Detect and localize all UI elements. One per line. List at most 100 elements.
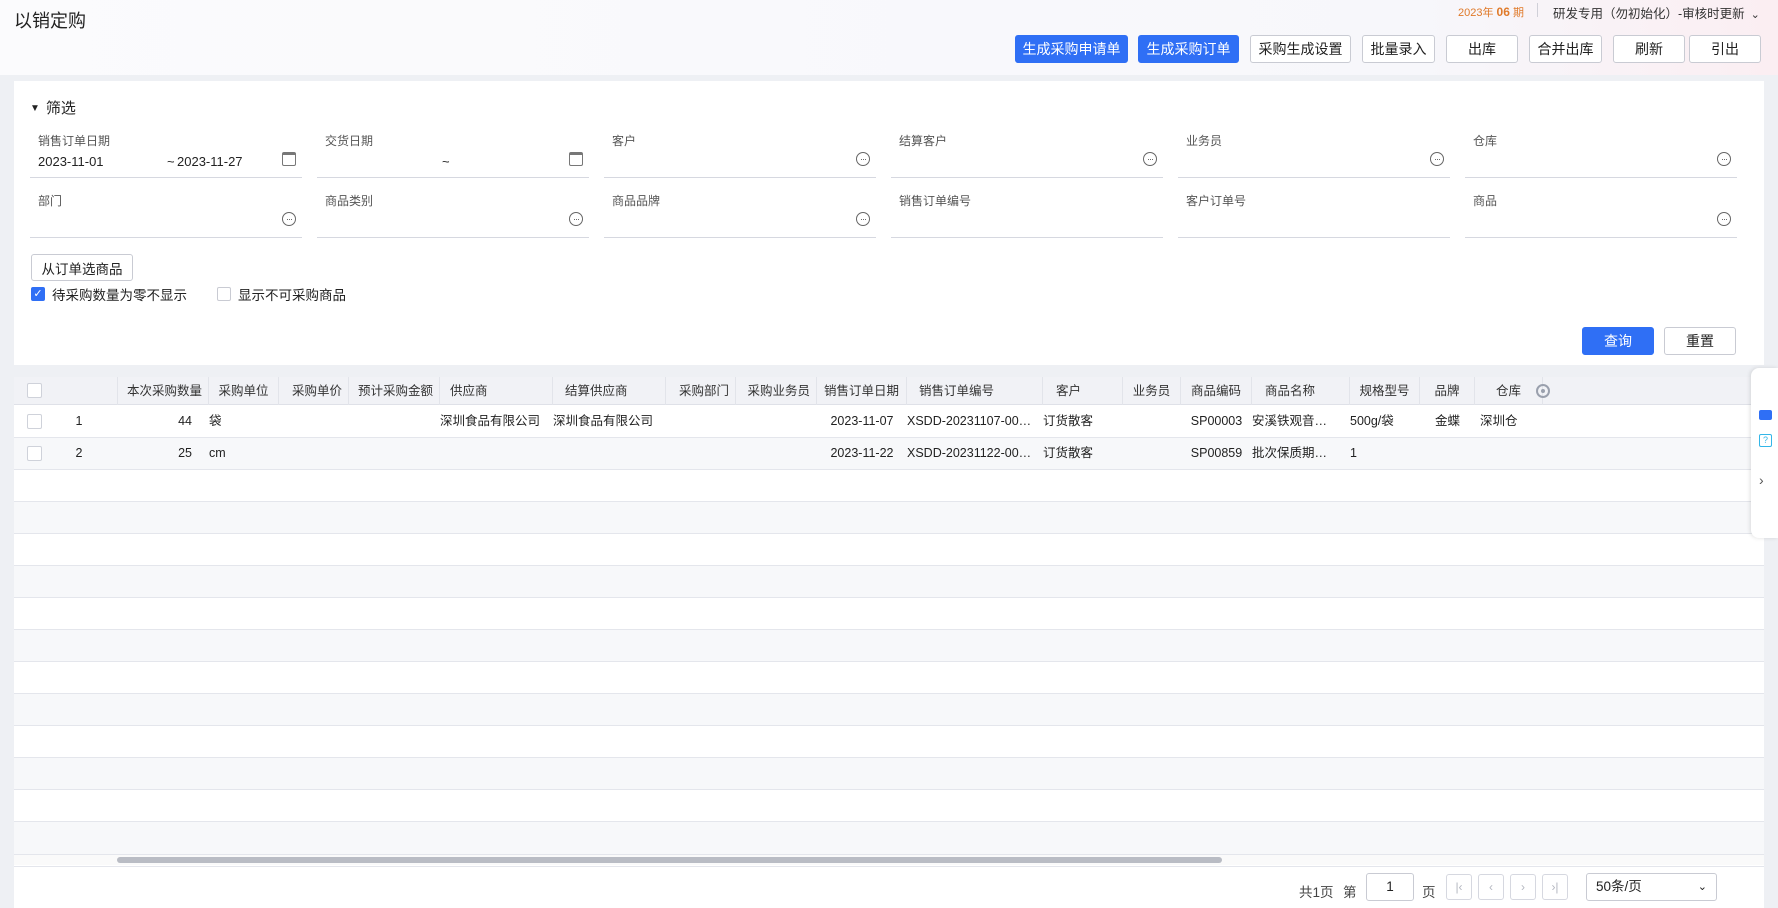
empty-row [14, 662, 1764, 694]
hide-zero-checkbox-row[interactable]: ✓ 待采购数量为零不显示 [31, 284, 187, 304]
column-header[interactable]: 结算供应商 [553, 377, 666, 405]
column-header[interactable]: 业务员 [1123, 377, 1181, 405]
unit-cell[interactable]: cm [203, 438, 273, 469]
column-header[interactable]: 采购单价 [279, 377, 349, 405]
show-unpurchasable-checkbox[interactable] [217, 287, 231, 301]
hide-zero-label: 待采购数量为零不显示 [52, 288, 187, 303]
sales-order-no-field[interactable]: 销售订单编号 [891, 192, 1163, 238]
more-options-icon[interactable]: ··· [1430, 152, 1444, 166]
warehouse-label: 仓库 [1473, 134, 1498, 148]
table-row[interactable]: 2 25 cm 2023-11-22 XSDD-20231122-00001 订… [14, 438, 1764, 470]
chevron-right-icon[interactable]: › [1759, 472, 1764, 488]
unit-cell[interactable]: 袋 [203, 406, 273, 437]
period-number: 06 [1496, 5, 1510, 19]
chevron-down-icon: ⌄ [1697, 881, 1707, 893]
first-page-icon[interactable]: |‹ [1446, 874, 1472, 900]
chat-icon[interactable] [1759, 410, 1772, 420]
prev-page-icon[interactable]: ‹ [1478, 874, 1504, 900]
generate-purchase-order-button[interactable]: 生成采购订单 [1138, 35, 1239, 63]
column-header[interactable]: 供应商 [440, 377, 553, 405]
next-page-icon[interactable]: › [1510, 874, 1536, 900]
select-all-checkbox[interactable] [27, 383, 42, 398]
row-checkbox[interactable] [27, 414, 42, 429]
reset-button[interactable]: 重置 [1664, 327, 1736, 355]
customer-field[interactable]: 客户 ··· [604, 132, 876, 178]
generate-purchase-request-button[interactable]: 生成采购申请单 [1015, 35, 1128, 63]
qty-cell[interactable]: 25 [118, 438, 198, 469]
filter-toggle[interactable]: ▼ 筛选 [30, 97, 76, 118]
export-button[interactable]: 引出 [1689, 35, 1761, 63]
more-options-icon[interactable]: ··· [856, 152, 870, 166]
more-options-icon[interactable]: ··· [569, 212, 583, 226]
column-header[interactable]: 仓库 [1475, 377, 1543, 405]
department-field[interactable]: 部门 ··· [30, 192, 302, 238]
calendar-icon[interactable] [282, 152, 296, 166]
select-from-order-button[interactable]: 从订单选商品 [31, 254, 133, 281]
batch-entry-button[interactable]: 批量录入 [1362, 35, 1435, 63]
column-header[interactable]: 采购业务员 [736, 377, 817, 405]
sales-order-date-field[interactable]: 销售订单日期 2023-11-01 ~ 2023-11-27 [30, 132, 302, 178]
more-options-icon[interactable]: ··· [1717, 212, 1731, 226]
empty-row [14, 470, 1764, 502]
column-header[interactable]: 本次采购数量 [118, 377, 209, 405]
scrollbar-thumb[interactable] [117, 857, 1222, 863]
column-header[interactable]: 销售订单编号 [907, 377, 1043, 405]
date-range-separator: ~ [442, 154, 450, 169]
filter-title-label: 筛选 [45, 100, 76, 117]
column-header[interactable]: 预计采购金额 [349, 377, 440, 405]
more-options-icon[interactable]: ··· [282, 212, 296, 226]
page-size-value: 50条/页 [1596, 879, 1642, 894]
column-header[interactable]: 商品名称 [1252, 377, 1350, 405]
outbound-button[interactable]: 出库 [1446, 35, 1518, 63]
hide-zero-checkbox[interactable]: ✓ [31, 287, 45, 301]
page-number-input[interactable]: 1 [1366, 873, 1414, 901]
column-header[interactable]: 客户 [1043, 377, 1123, 405]
customer-order-no-field[interactable]: 客户订单号 [1178, 192, 1450, 238]
salesman-field[interactable]: 业务员 ··· [1178, 132, 1450, 178]
column-header[interactable]: 采购部门 [666, 377, 736, 405]
column-settings-icon[interactable] [1536, 384, 1550, 398]
more-options-icon[interactable]: ··· [1143, 152, 1157, 166]
accounting-period[interactable]: 2023年 06 期 [1458, 4, 1524, 20]
empty-row [14, 790, 1764, 822]
column-header[interactable]: 商品编码 [1181, 377, 1252, 405]
customer-cell: 订货散客 [1043, 414, 1094, 428]
category-field[interactable]: 商品类别 ··· [317, 192, 589, 238]
calendar-icon[interactable] [569, 152, 583, 166]
table-row[interactable]: 1 44 袋 深圳食品有限公司 深圳食品有限公司 2023-11-07 XSDD… [14, 406, 1764, 438]
warehouse-field[interactable]: 仓库 ··· [1465, 132, 1737, 178]
supplier-cell[interactable]: 深圳食品有限公司 [434, 406, 552, 437]
sales-order-date-to[interactable]: 2023-11-27 [177, 154, 243, 169]
account-switcher[interactable]: 研发专用（勿初始化）-审核时更新 ⌄ [1553, 3, 1760, 22]
product-field[interactable]: 商品 ··· [1465, 192, 1737, 238]
refresh-button[interactable]: 刷新 [1613, 35, 1685, 63]
show-unpurchasable-checkbox-row[interactable]: 显示不可采购商品 [217, 284, 346, 304]
row-checkbox[interactable] [27, 446, 42, 461]
empty-row [14, 502, 1764, 534]
account-name: 研发专用（勿初始化）-审核时更新 [1553, 7, 1745, 21]
product-code-cell: SP00003 [1190, 414, 1243, 428]
brand-label: 商品品牌 [612, 194, 661, 208]
purchase-settings-button[interactable]: 采购生成设置 [1250, 35, 1351, 63]
more-options-icon[interactable]: ··· [856, 212, 870, 226]
brand-field[interactable]: 商品品牌 ··· [604, 192, 876, 238]
column-header[interactable]: 销售订单日期 [817, 377, 907, 405]
sales-order-date-from[interactable]: 2023-11-01 [38, 154, 104, 169]
sales-no-cell: XSDD-20231107-00004 [907, 414, 1040, 428]
delivery-date-field[interactable]: 交货日期 ~ [317, 132, 589, 178]
column-header[interactable]: 品牌 [1420, 377, 1475, 405]
query-button[interactable]: 查询 [1582, 327, 1654, 355]
merge-outbound-button[interactable]: 合并出库 [1529, 35, 1602, 63]
page-size-select[interactable]: 50条/页 ⌄ [1586, 873, 1717, 901]
horizontal-scrollbar[interactable] [14, 855, 1764, 865]
settle-supplier-cell[interactable]: 深圳食品有限公司 [547, 406, 665, 437]
help-icon[interactable]: ? [1759, 434, 1772, 447]
settle-customer-label: 结算客户 [899, 134, 948, 148]
total-pages: 共1页 [1299, 885, 1334, 900]
settle-customer-field[interactable]: 结算客户 ··· [891, 132, 1163, 178]
column-header[interactable]: 采购单位 [209, 377, 279, 405]
qty-cell[interactable]: 44 [118, 406, 198, 437]
column-header[interactable]: 规格型号 [1350, 377, 1420, 405]
more-options-icon[interactable]: ··· [1717, 152, 1731, 166]
last-page-icon[interactable]: ›| [1542, 874, 1568, 900]
